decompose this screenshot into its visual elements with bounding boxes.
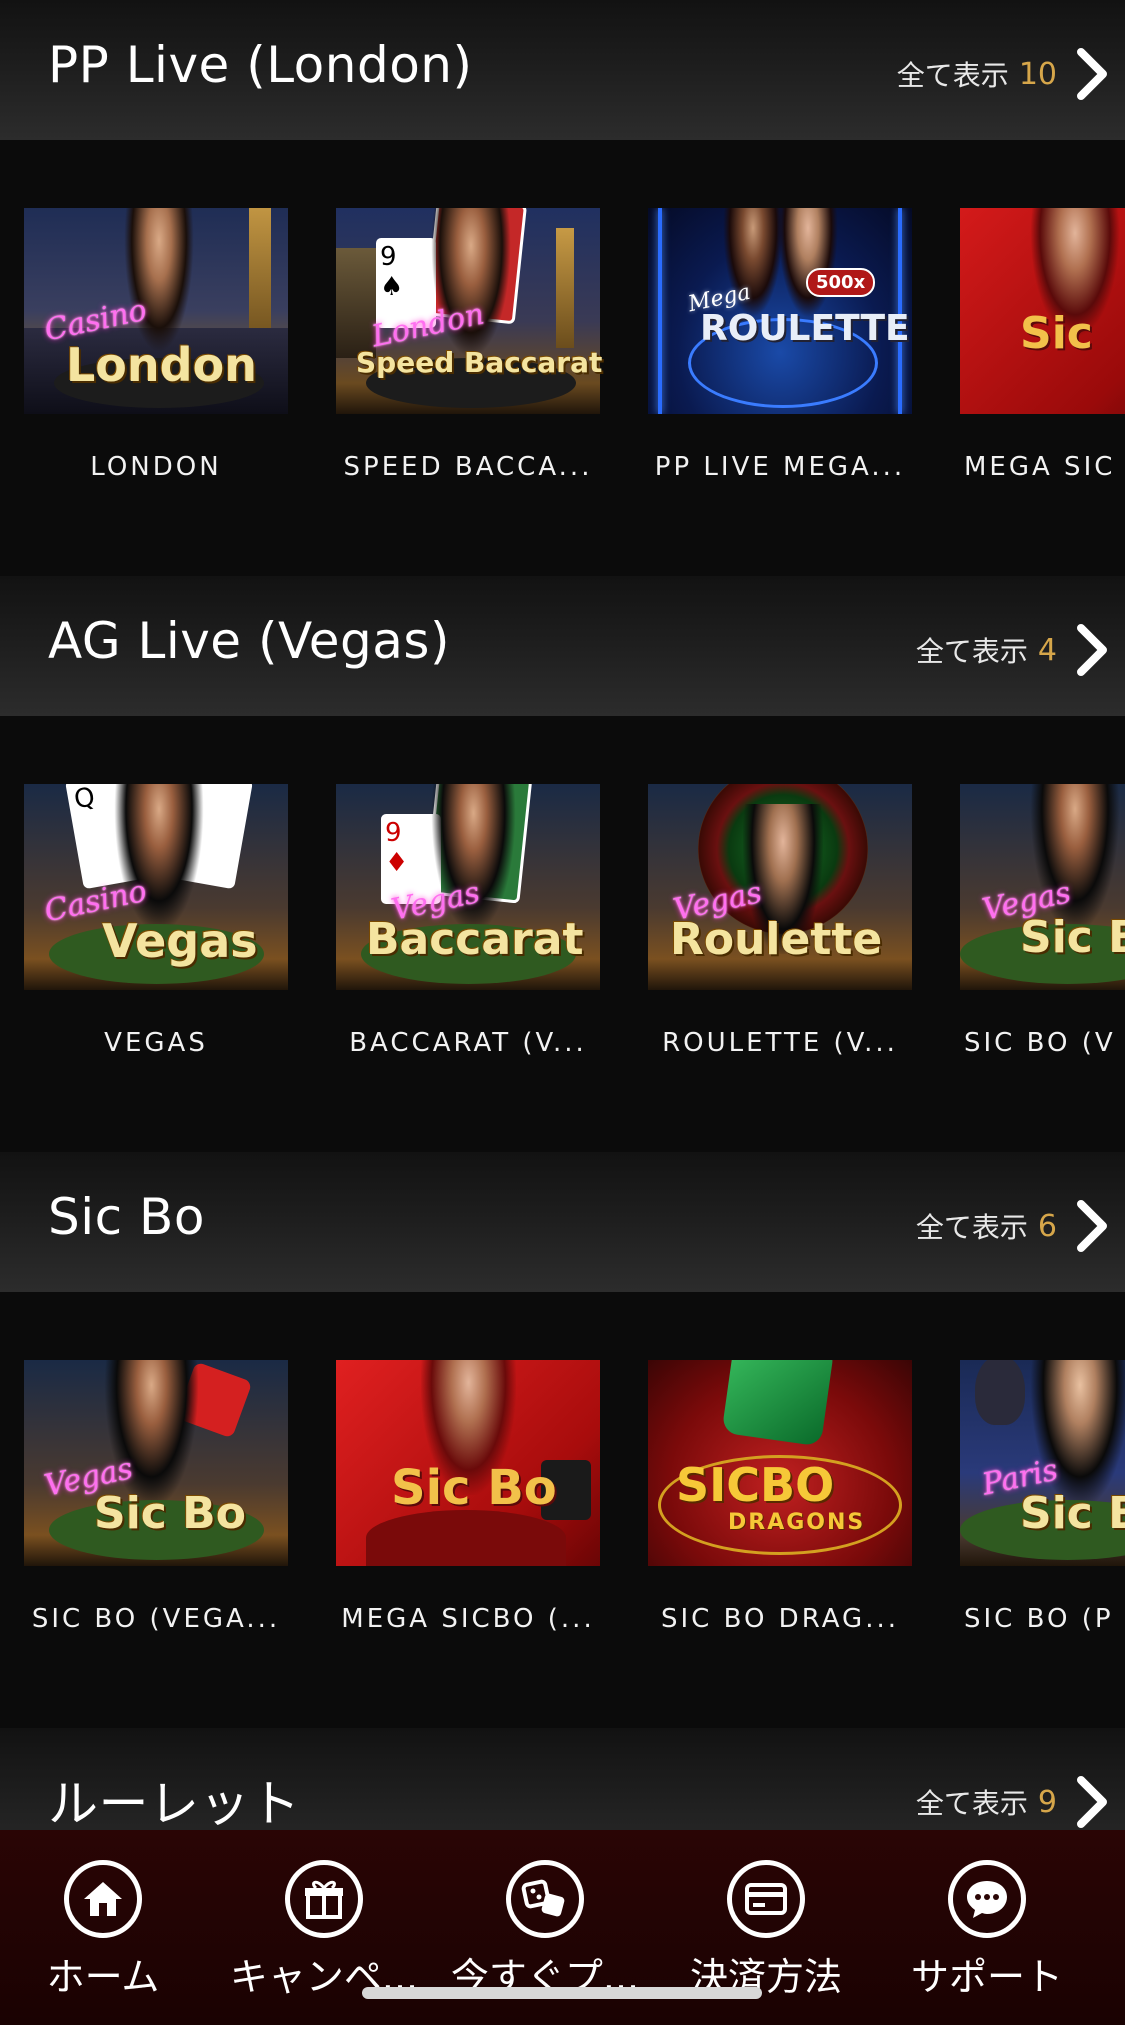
game-card[interactable]: Vegas Sic B SIC BO (V bbox=[960, 784, 1125, 1058]
view-all-link[interactable]: 全て表示 6 bbox=[916, 1198, 1111, 1254]
view-all-label: 全て表示 bbox=[915, 1211, 1028, 1244]
game-card[interactable]: 9 ♠ London Speed Baccarat SPEED BACCA... bbox=[336, 208, 603, 482]
view-all-label: 全て表示 bbox=[896, 59, 1009, 92]
section-header: AG Live (Vegas) 全て表示 4 bbox=[0, 576, 1125, 716]
game-name: MEGA SICBO (... bbox=[341, 1604, 595, 1634]
section-header: Sic Bo 全て表示 6 bbox=[0, 1152, 1125, 1292]
view-all-link[interactable]: 全て表示 9 bbox=[916, 1774, 1111, 1830]
gift-icon bbox=[285, 1860, 363, 1938]
game-count: 6 bbox=[1037, 1208, 1057, 1244]
game-card[interactable]: SICBO DRAGONS SIC BO DRAG... bbox=[648, 1360, 912, 1634]
game-logo: SICBO bbox=[676, 1458, 835, 1512]
game-card[interactable]: Sic Bo MEGA SICBO (... bbox=[336, 1360, 600, 1634]
chevron-right-icon bbox=[1077, 1776, 1107, 1828]
section-header: PP Live (London) 全て表示 10 bbox=[0, 0, 1125, 140]
live-casino-page: PP Live (London) 全て表示 10 Casino London L… bbox=[0, 0, 1125, 2025]
game-sublogo: DRAGONS bbox=[728, 1510, 866, 1535]
game-logo: ROULETTE bbox=[700, 308, 910, 349]
section-ag-live-vegas: AG Live (Vegas) 全て表示 4 Q Casino Vegas VE… bbox=[0, 576, 1125, 1152]
game-thumbnail: Vegas Sic B bbox=[960, 784, 1125, 990]
game-logo: London bbox=[66, 338, 257, 392]
game-name: LONDON bbox=[90, 452, 222, 482]
section-title: ルーレット bbox=[48, 1775, 301, 1833]
game-name: SIC BO (P bbox=[964, 1604, 1114, 1634]
dice-icon bbox=[506, 1860, 584, 1938]
game-thumbnail: Paris Sic B bbox=[960, 1360, 1125, 1566]
game-logo: Sic B bbox=[1020, 912, 1125, 963]
game-card[interactable]: Casino London LONDON bbox=[24, 208, 288, 482]
view-all-label: 全て表示 bbox=[915, 635, 1028, 668]
game-name: ROULETTE (V... bbox=[662, 1028, 898, 1058]
games-carousel[interactable]: Vegas Sic Bo SIC BO (VEGA... Sic Bo MEGA… bbox=[0, 1292, 1125, 1728]
game-name: MEGA SIC bbox=[964, 452, 1116, 482]
game-thumbnail: SICBO DRAGONS bbox=[648, 1360, 912, 1566]
view-all-label: 全て表示 bbox=[915, 1787, 1028, 1820]
nav-label: ホーム bbox=[46, 1955, 160, 1999]
home-icon bbox=[64, 1860, 142, 1938]
game-logo: Baccarat bbox=[366, 914, 584, 965]
game-thumbnail: Vegas Roulette bbox=[648, 784, 912, 990]
game-logo: Sic B bbox=[1020, 1488, 1125, 1539]
game-thumbnail: 9 ♦ Vegas Baccarat bbox=[336, 784, 600, 990]
game-count: 4 bbox=[1037, 632, 1057, 668]
game-count: 10 bbox=[1018, 56, 1057, 92]
game-card[interactable]: Sic MEGA SIC bbox=[960, 208, 1125, 482]
game-card[interactable]: Mega ROULETTE 500x PP LIVE MEGA... bbox=[648, 208, 912, 482]
game-name: BACCARAT (V... bbox=[349, 1028, 587, 1058]
games-carousel[interactable]: Casino London LONDON 9 ♠ London Speed Ba… bbox=[0, 140, 1125, 576]
game-card[interactable]: Paris Sic B SIC BO (P bbox=[960, 1360, 1125, 1634]
game-count: 9 bbox=[1037, 1784, 1057, 1820]
chevron-right-icon bbox=[1077, 48, 1107, 100]
game-thumbnail: Sic bbox=[960, 208, 1125, 414]
game-thumbnail: Q Casino Vegas bbox=[24, 784, 288, 990]
game-name: SIC BO (VEGA... bbox=[31, 1604, 281, 1634]
game-thumbnail: Vegas Sic Bo bbox=[24, 1360, 288, 1566]
chevron-right-icon bbox=[1077, 1200, 1107, 1252]
nav-item-support[interactable]: サポート bbox=[876, 1860, 1098, 2001]
section-title: AG Live (Vegas) bbox=[48, 612, 450, 670]
nav-item-campaign[interactable]: キャンペ... bbox=[213, 1860, 435, 2001]
game-card[interactable]: Vegas Sic Bo SIC BO (VEGA... bbox=[24, 1360, 288, 1634]
section-pp-live-london: PP Live (London) 全て表示 10 Casino London L… bbox=[0, 0, 1125, 576]
nav-label: サポート bbox=[910, 1955, 1063, 1999]
game-name: VEGAS bbox=[104, 1028, 208, 1058]
section-sic-bo: Sic Bo 全て表示 6 Vegas Sic Bo SIC BO (VEGA.… bbox=[0, 1152, 1125, 1728]
game-card[interactable]: Vegas Roulette ROULETTE (V... bbox=[648, 784, 912, 1058]
game-thumbnail: 9 ♠ London Speed Baccarat bbox=[336, 208, 603, 414]
game-logo: Sic bbox=[1020, 308, 1093, 359]
section-title: Sic Bo bbox=[48, 1188, 205, 1246]
games-carousel[interactable]: Q Casino Vegas VEGAS 9 ♦ Vegas Baccarat … bbox=[0, 716, 1125, 1152]
game-logo: Sic Bo bbox=[391, 1460, 557, 1516]
multiplier-badge: 500x bbox=[806, 268, 876, 297]
game-name: SIC BO DRAG... bbox=[660, 1604, 899, 1634]
game-thumbnail: Casino London bbox=[24, 208, 288, 414]
game-name: SIC BO (V bbox=[964, 1028, 1116, 1058]
chat-icon bbox=[948, 1860, 1026, 1938]
game-name: PP LIVE MEGA... bbox=[654, 452, 906, 482]
home-indicator[interactable] bbox=[362, 1987, 762, 1999]
chevron-right-icon bbox=[1077, 624, 1107, 676]
game-logo: Speed Baccarat bbox=[356, 346, 603, 379]
game-card[interactable]: 9 ♦ Vegas Baccarat BACCARAT (V... bbox=[336, 784, 600, 1058]
game-thumbnail: Mega ROULETTE 500x bbox=[648, 208, 912, 414]
nav-item-play-now[interactable]: 今すぐプ... bbox=[434, 1860, 656, 2001]
game-logo: Vegas bbox=[102, 914, 258, 968]
game-thumbnail: Sic Bo bbox=[336, 1360, 600, 1566]
credit-card-icon bbox=[727, 1860, 805, 1938]
nav-item-home[interactable]: ホーム bbox=[0, 1860, 214, 2001]
game-name: SPEED BACCA... bbox=[343, 452, 593, 482]
game-logo: Roulette bbox=[670, 914, 883, 965]
game-card[interactable]: Q Casino Vegas VEGAS bbox=[24, 784, 288, 1058]
game-logo: Sic Bo bbox=[94, 1488, 246, 1539]
view-all-link[interactable]: 全て表示 10 bbox=[897, 46, 1111, 102]
section-title: PP Live (London) bbox=[48, 36, 473, 94]
view-all-link[interactable]: 全て表示 4 bbox=[916, 622, 1111, 678]
nav-item-payment[interactable]: 決済方法 bbox=[655, 1860, 877, 2001]
